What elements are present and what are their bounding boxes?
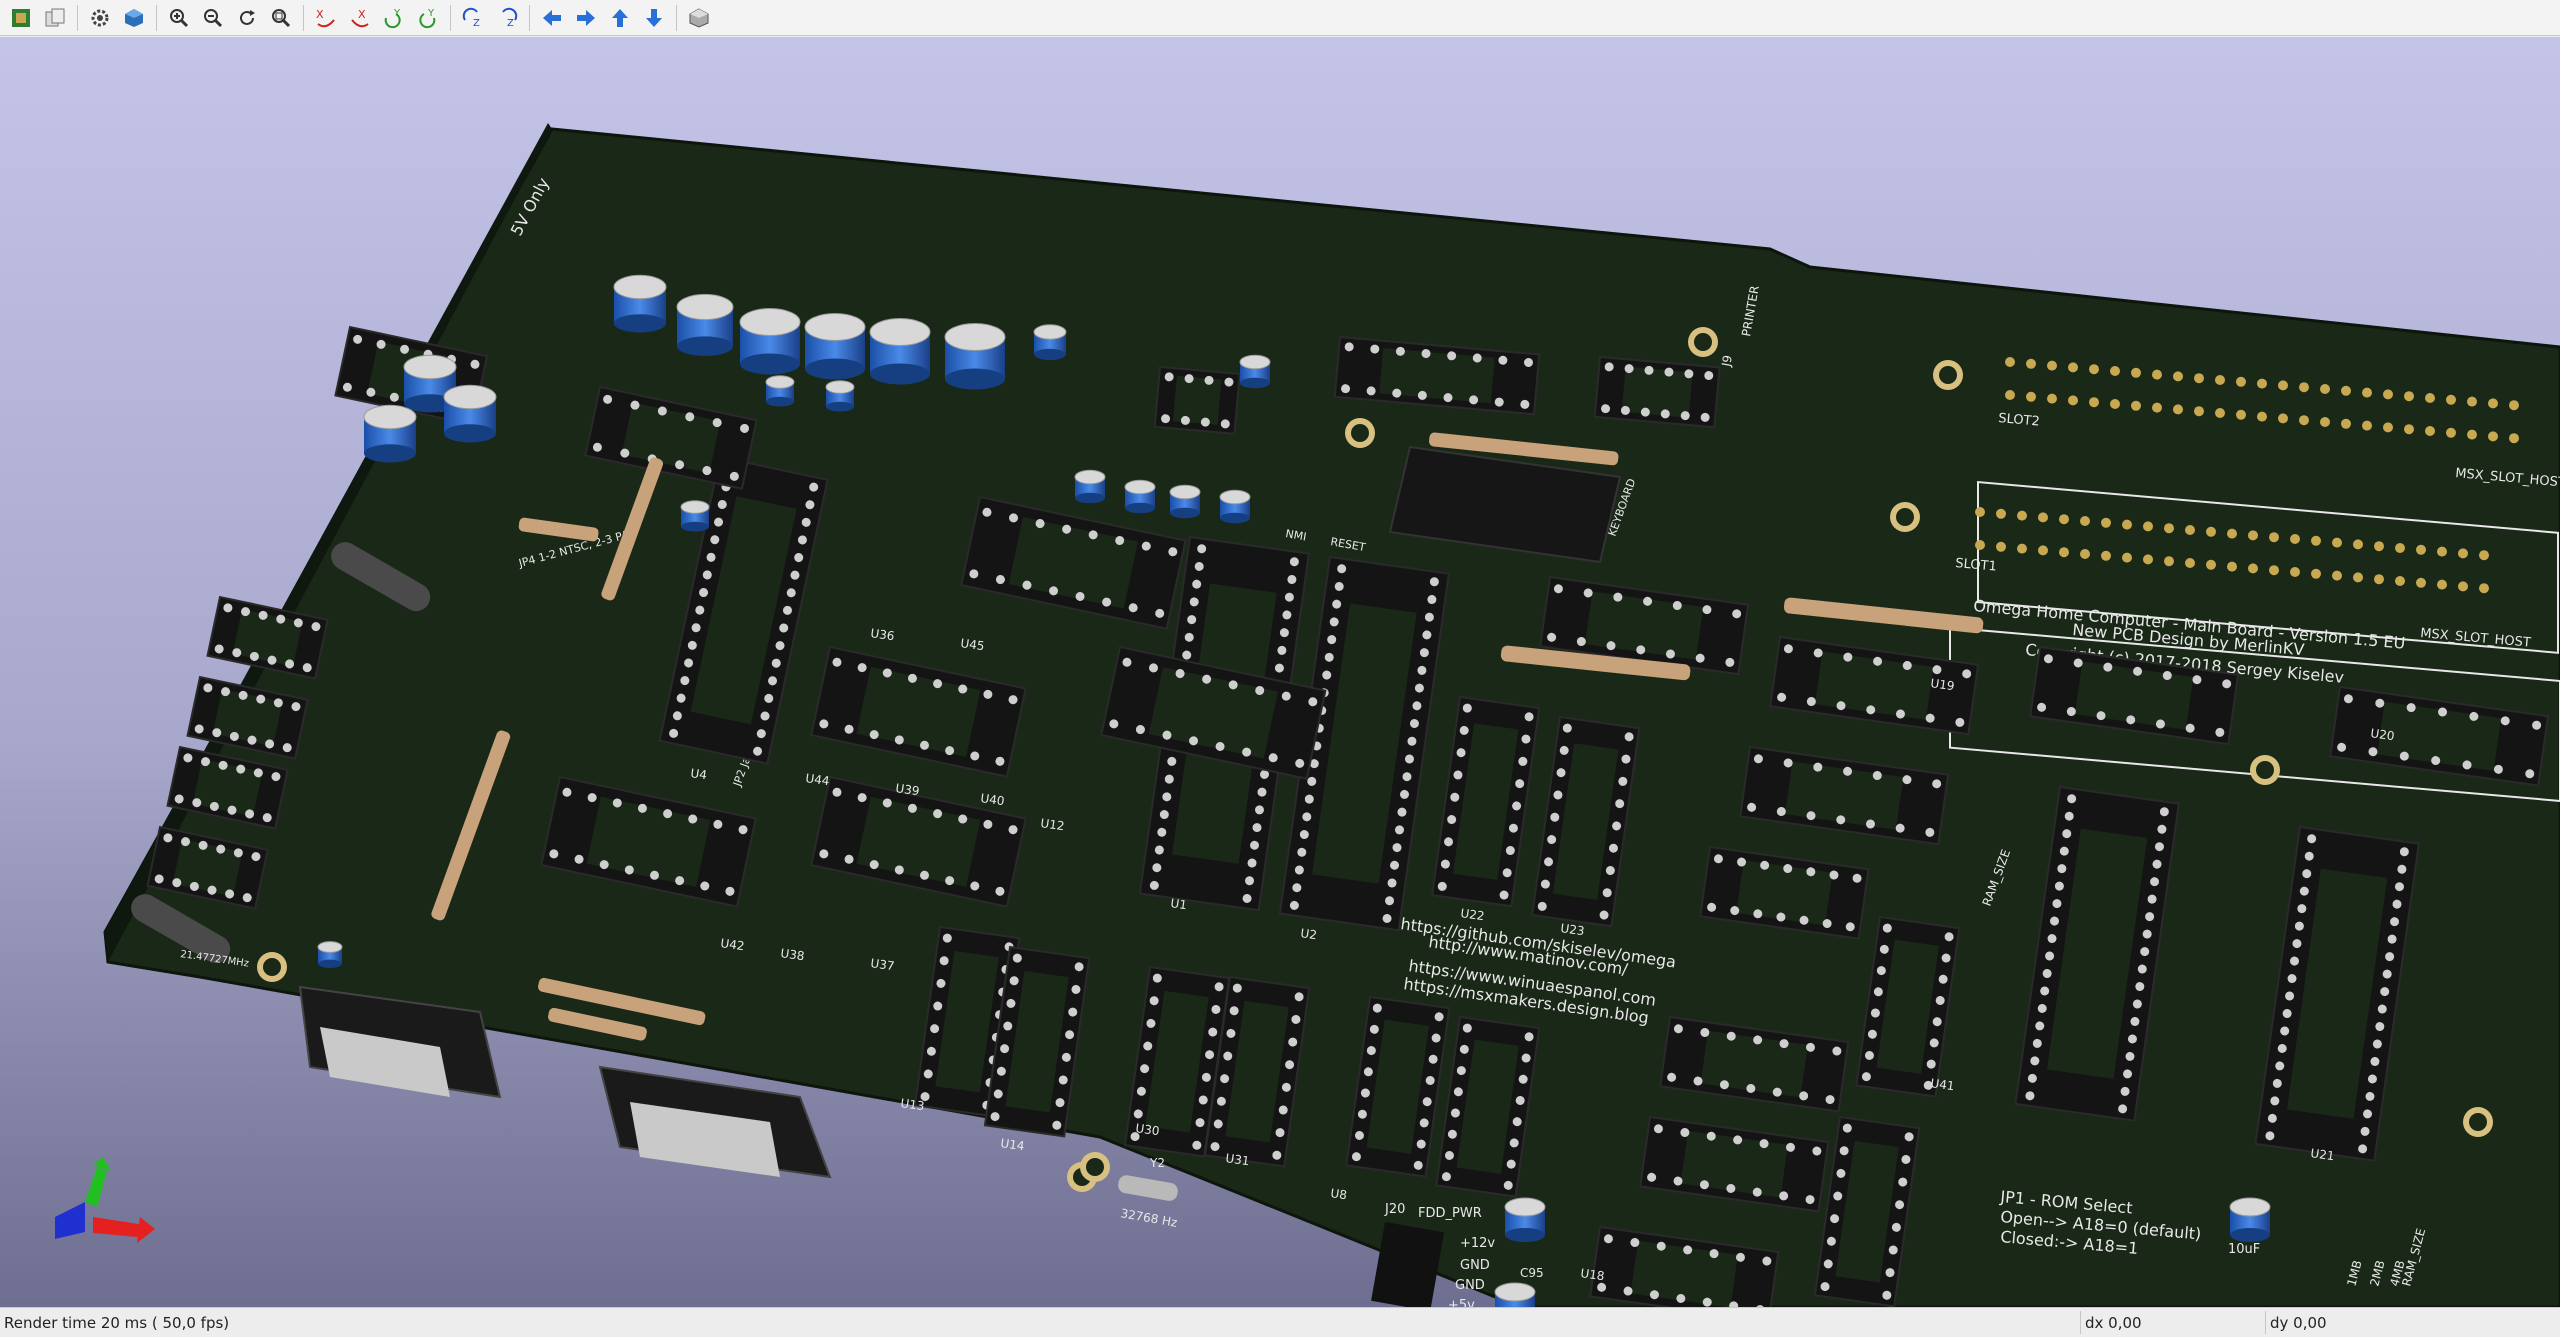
electrolytic-capacitor xyxy=(804,313,866,380)
svg-text:+12v: +12v xyxy=(1460,1236,1495,1251)
electrolytic-capacitor xyxy=(1219,489,1251,524)
ic-ref-label: U4 xyxy=(690,766,708,782)
fdd-pwr-label: FDD_PWR xyxy=(1418,1206,1482,1221)
rotate-x-ccw-icon: X xyxy=(351,8,369,27)
rotate-x-ccw-button[interactable]: X xyxy=(345,3,375,33)
svg-text:Z: Z xyxy=(507,18,514,29)
zoom-fit-button[interactable] xyxy=(266,3,296,33)
move-right-icon xyxy=(577,9,595,26)
svg-text:Y: Y xyxy=(427,8,435,19)
toolbar-separator xyxy=(303,4,304,31)
move-left-button[interactable] xyxy=(537,3,567,33)
toolbar-separator xyxy=(676,4,677,31)
3d-settings-gear-icon xyxy=(91,9,109,26)
rotate-x-cw-icon: X xyxy=(316,8,335,27)
raytracing-cube-button[interactable] xyxy=(119,3,149,33)
ic-ref-label: U1 xyxy=(1170,896,1188,912)
electrolytic-capacitor xyxy=(363,404,417,463)
rotate-x-cw-button[interactable]: X xyxy=(311,3,341,33)
rotate-z-cw-icon: Z xyxy=(462,7,480,29)
electrolytic-capacitor xyxy=(613,274,667,333)
cap-c95-label: C95 xyxy=(1520,1266,1544,1280)
dy-readout: dy 0,00 xyxy=(2270,1314,2327,1332)
zoom-fit-icon xyxy=(272,8,291,27)
board-scene: SLOT2 MSX_SLOT_HOST SLOT1 MSX_SLOT_HOST … xyxy=(103,123,2560,1307)
electrolytic-capacitor xyxy=(1033,324,1067,360)
rotate-z-ccw-icon: Z xyxy=(502,7,518,29)
electrolytic-capacitor xyxy=(680,500,710,532)
status-bar: Render time 20 ms ( 50,0 fps) dx 0,00 dy… xyxy=(0,1307,2560,1337)
svg-text:GND: GND xyxy=(1460,1258,1490,1273)
j9-label: J9 xyxy=(1719,354,1735,368)
electrolytic-capacitor xyxy=(2229,1197,2271,1242)
toolbar-separator xyxy=(77,4,78,31)
ortho-projection-icon xyxy=(689,7,709,28)
rotate-z-ccw-button[interactable]: Z xyxy=(492,3,522,33)
svg-text:GND: GND xyxy=(1455,1278,1485,1293)
move-right-button[interactable] xyxy=(571,3,601,33)
zoom-in-button[interactable] xyxy=(164,3,194,33)
electrolytic-capacitor xyxy=(1504,1197,1546,1242)
rotate-y-cw-button[interactable]: Y xyxy=(379,3,409,33)
ic-ref-label: U14 xyxy=(1000,1136,1026,1153)
crystal-label: 32768 Hz xyxy=(1119,1206,1178,1230)
zoom-out-icon xyxy=(204,8,223,27)
toolbar-separator xyxy=(450,4,451,31)
electrolytic-capacitor xyxy=(443,384,497,443)
rotate-y-cw-icon: Y xyxy=(384,8,401,28)
redraw-icon xyxy=(240,9,255,25)
svg-text:X: X xyxy=(316,8,324,21)
3d-viewport[interactable]: SLOT2 MSX_SLOT_HOST SLOT1 MSX_SLOT_HOST … xyxy=(0,37,2560,1307)
electrolytic-capacitor xyxy=(869,318,931,385)
pcbnew-button[interactable] xyxy=(6,3,36,33)
electrolytic-capacitor xyxy=(765,375,795,407)
rotate-z-cw-button[interactable]: Z xyxy=(458,3,488,33)
electrolytic-capacitor xyxy=(317,941,343,968)
toolbar-separator xyxy=(156,4,157,31)
electrolytic-capacitor xyxy=(1169,484,1201,519)
move-down-icon xyxy=(646,8,662,27)
axes-gizmo xyxy=(55,1157,155,1243)
move-left-icon xyxy=(543,9,561,26)
ic-socket xyxy=(1153,365,1241,435)
render-time-text: Render time 20 ms ( 50,0 fps) xyxy=(4,1314,230,1332)
main-toolbar: XXYYZZ xyxy=(0,0,2560,36)
electrolytic-capacitor xyxy=(739,308,801,375)
move-down-button[interactable] xyxy=(639,3,669,33)
move-up-icon xyxy=(612,8,628,27)
svg-text:+5v: +5v xyxy=(1448,1298,1475,1307)
electrolytic-capacitor xyxy=(944,323,1006,390)
electrolytic-capacitor xyxy=(825,380,855,412)
svg-text:X: X xyxy=(358,8,366,21)
j20-label: J20 xyxy=(1384,1202,1405,1217)
zoom-in-icon xyxy=(170,8,189,27)
raytracing-cube-icon xyxy=(125,8,143,27)
rotate-y-ccw-button[interactable]: Y xyxy=(413,3,443,33)
electrolytic-capacitor xyxy=(1074,469,1106,504)
redraw-button[interactable] xyxy=(232,3,262,33)
ortho-projection-button[interactable] xyxy=(684,3,714,33)
toolbar-separator xyxy=(529,4,530,31)
3d-settings-gear-button[interactable] xyxy=(85,3,115,33)
ic-socket xyxy=(1593,355,1721,429)
ic-ref-label: U13 xyxy=(900,1096,926,1113)
copy-3d-image-icon xyxy=(45,8,65,26)
electrolytic-capacitor xyxy=(676,293,734,357)
electrolytic-capacitor xyxy=(1494,1282,1536,1307)
zoom-out-button[interactable] xyxy=(198,3,228,33)
dx-readout: dx 0,00 xyxy=(2085,1314,2142,1332)
move-up-button[interactable] xyxy=(605,3,635,33)
rotate-y-ccw-icon: Y xyxy=(419,8,436,28)
cap-10uf-label: 10uF xyxy=(2228,1242,2260,1257)
copy-3d-image-button[interactable] xyxy=(40,3,70,33)
ic-ref-label: U2 xyxy=(1300,926,1318,942)
mb-labels: 1MB 2MB 4MB xyxy=(2344,1259,2407,1288)
electrolytic-capacitor xyxy=(1239,354,1271,389)
pcbnew-icon xyxy=(12,8,30,27)
svg-text:Z: Z xyxy=(473,18,480,29)
ic-ref-label: U8 xyxy=(1330,1186,1348,1202)
crystal-y2 xyxy=(1118,1175,1178,1201)
electrolytic-capacitor xyxy=(1124,479,1156,514)
crystal-ref-label: Y2 xyxy=(1149,1156,1165,1170)
